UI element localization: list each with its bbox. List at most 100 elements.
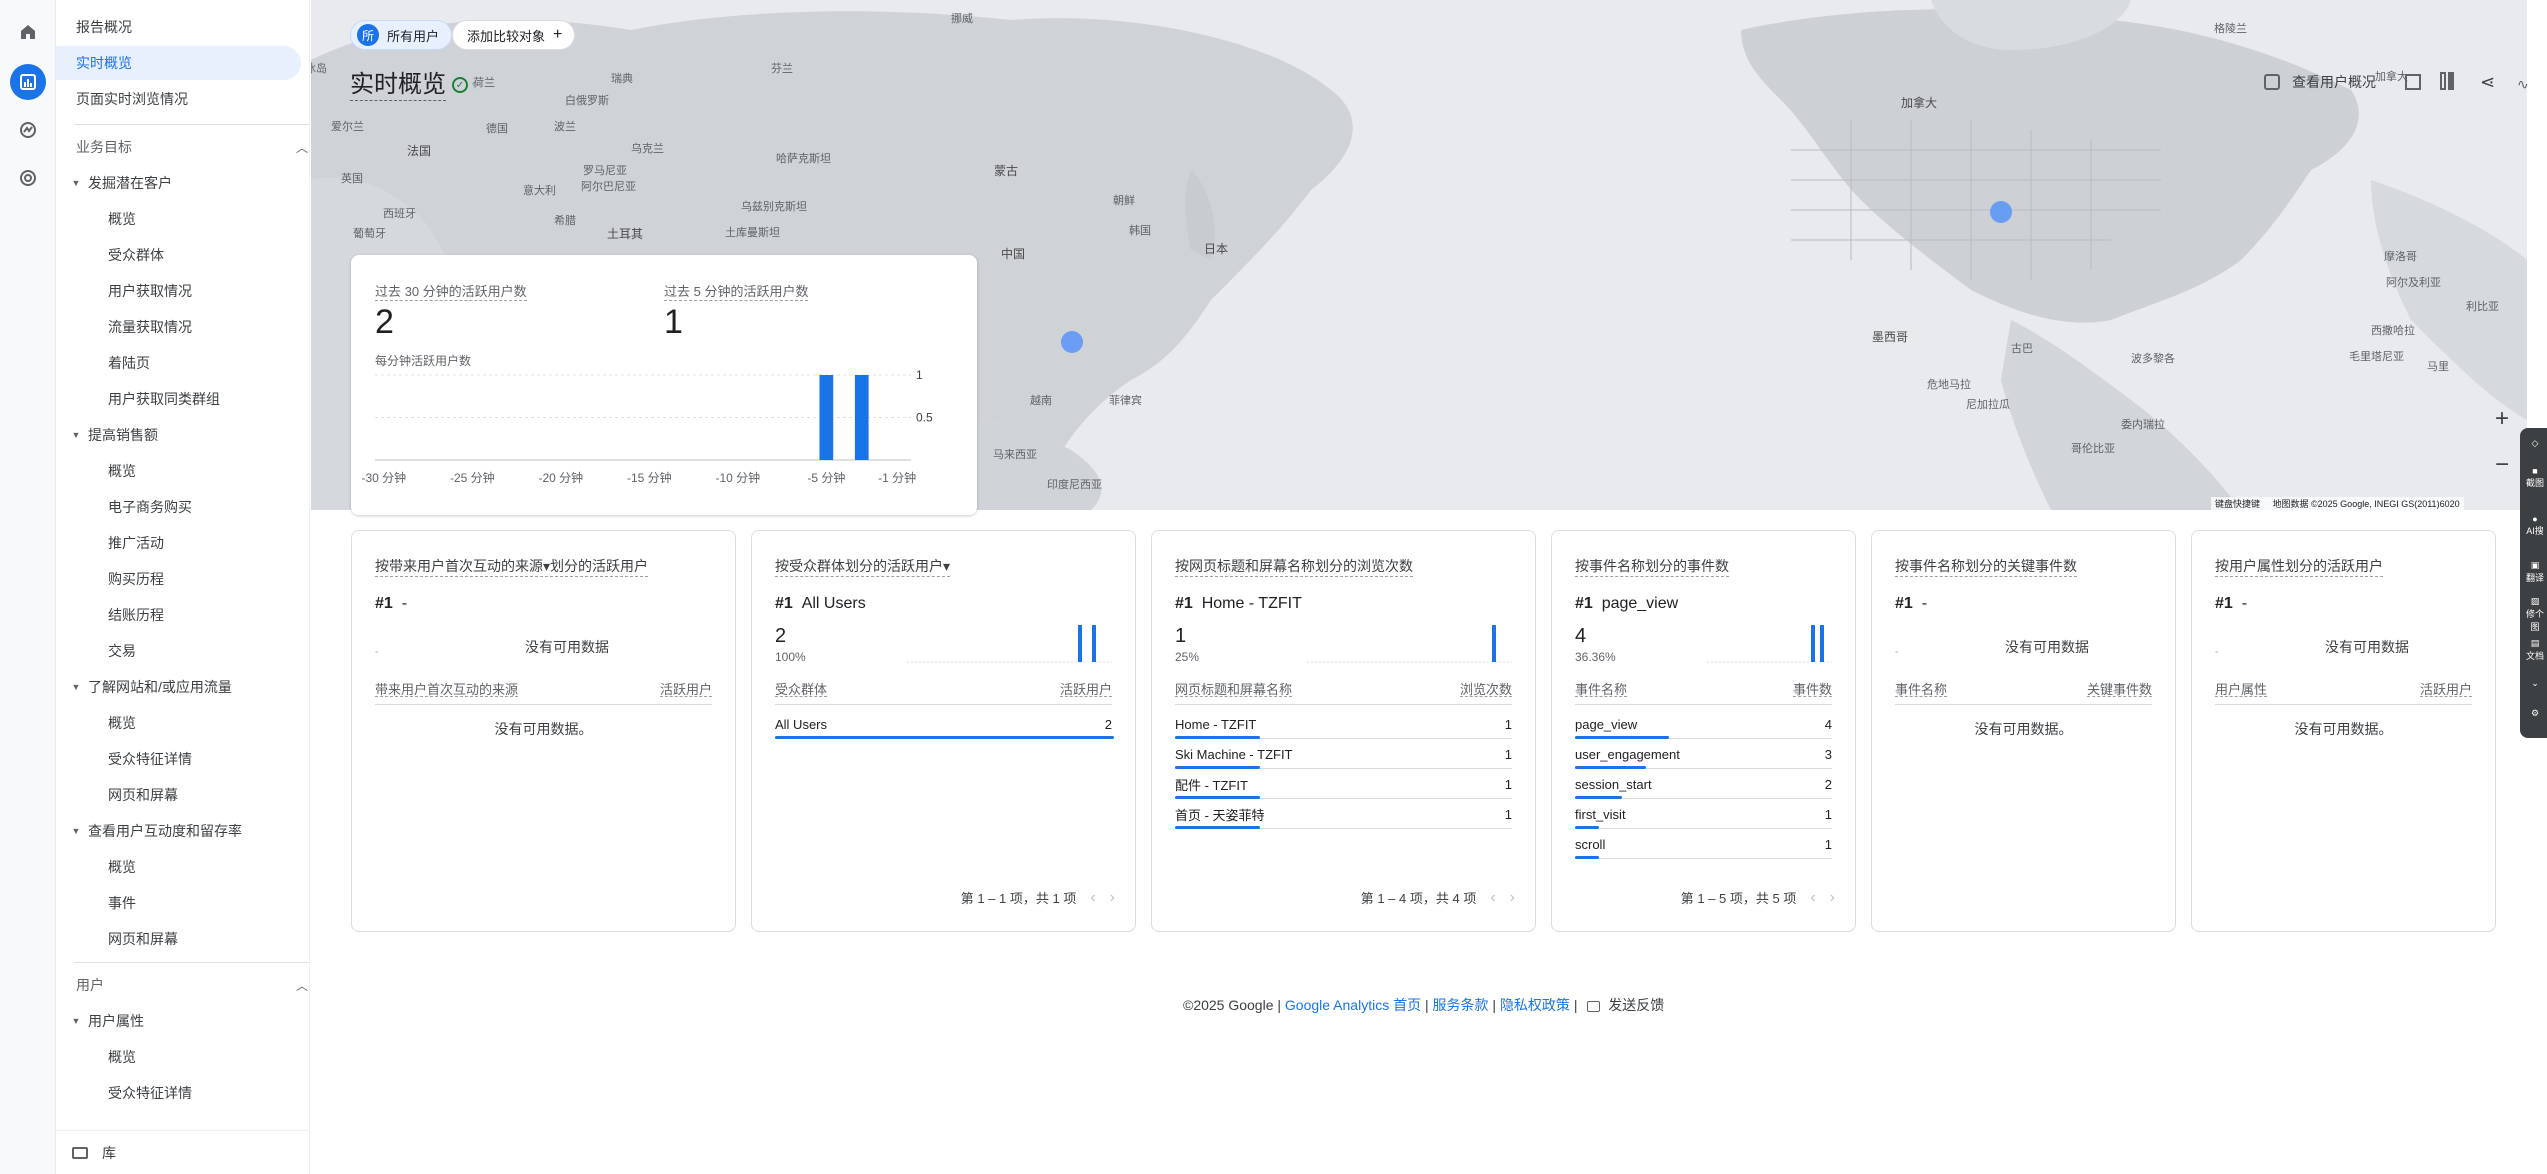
map-label: 土耳其 (607, 227, 644, 241)
image-edit-tool[interactable]: ▨ 修个图 (2524, 596, 2546, 633)
sidebar-subitem[interactable]: 电子商务购买 (108, 490, 192, 524)
user-location-marker[interactable] (1061, 331, 1083, 353)
sidebar-subitem[interactable]: 受众特征详情 (108, 742, 192, 776)
card-title[interactable]: 按受众群体划分的活跃用户▾ (775, 556, 951, 577)
sidebar-item-realtime-pages[interactable]: 页面实时浏览情况 (76, 82, 188, 116)
group-sales[interactable]: ▼ 提高销售额 (64, 418, 158, 452)
keyboard-shortcuts-link[interactable]: 键盘快捷键 (2215, 499, 2260, 509)
table-row[interactable]: All Users 2 (775, 709, 1114, 739)
column-header[interactable]: 事件名称 (1575, 679, 1628, 697)
insights-icon[interactable]: ∿ (2517, 76, 2529, 93)
sidebar-subitem[interactable]: 概览 (108, 706, 136, 740)
table-row[interactable]: page_view 4 (1575, 709, 1832, 739)
sidebar-library[interactable]: 库 (56, 1130, 309, 1174)
dropdown-chevron-icon[interactable]: ▾ (472, 78, 478, 92)
group-user-attributes[interactable]: ▼ 用户属性 (64, 1004, 144, 1038)
sidebar-subitem[interactable]: 概览 (108, 202, 136, 236)
sidebar-subitem[interactable]: 网页和屏幕 (108, 922, 178, 956)
column-header[interactable]: 事件名称 (1895, 679, 1948, 697)
table-row[interactable]: user_engagement 3 (1575, 739, 1832, 769)
column-header[interactable]: 关键事件数 (2086, 679, 2152, 697)
group-engagement[interactable]: ▼ 查看用户互动度和留存率 (64, 814, 242, 848)
column-header[interactable]: 事件数 (1792, 679, 1832, 697)
table-row[interactable]: session_start 2 (1575, 769, 1832, 799)
analytics-home-link[interactable]: Google Analytics 首页 (1285, 997, 1421, 1013)
translate-tool[interactable]: ▣ 翻译 (2524, 560, 2546, 584)
table-row[interactable]: first_visit 1 (1575, 799, 1832, 829)
view-user-overview-button[interactable]: 查看用户概况 (2264, 72, 2376, 92)
shield-icon[interactable]: ◇ (2524, 438, 2546, 449)
sidebar-item-report-overview[interactable]: 报告概况 (76, 10, 132, 44)
fullscreen-icon[interactable] (2405, 74, 2421, 90)
column-header[interactable]: 活跃用户 (1059, 679, 1112, 697)
column-header[interactable]: 浏览次数 (1459, 679, 1512, 697)
sidebar-subitem[interactable]: 推广活动 (108, 526, 164, 560)
send-feedback-link[interactable]: 发送反馈 (1608, 997, 1664, 1013)
document-tool[interactable]: ▤ 文档 (2524, 638, 2546, 662)
zoom-out-button[interactable]: − (2487, 450, 2517, 480)
sidebar-subitem[interactable]: 用户获取情况 (108, 274, 192, 308)
chevron-left-icon[interactable]: ‹ (1810, 889, 1815, 907)
chevron-left-icon[interactable]: ‹ (1090, 889, 1095, 907)
chevron-left-icon[interactable]: ‹ (1490, 889, 1495, 907)
chevron-right-icon[interactable]: › (1830, 889, 1835, 907)
ai-search-tool[interactable]: ● AI搜 (2524, 514, 2546, 537)
group-traffic[interactable]: ▼ 了解网站和/或应用流量 (64, 670, 232, 704)
user-location-marker[interactable] (1990, 201, 2012, 223)
sidebar-subitem[interactable]: 事件 (108, 886, 136, 920)
column-header[interactable]: 受众群体 (775, 679, 828, 697)
privacy-link[interactable]: 隐私权政策 (1500, 997, 1570, 1013)
sidebar-subitem[interactable]: 结账历程 (108, 598, 164, 632)
advertising-icon[interactable] (10, 160, 46, 196)
card-title[interactable]: 按事件名称划分的关键事件数 (1895, 556, 2077, 577)
sidebar-subitem[interactable]: 受众群体 (108, 238, 164, 272)
card-title[interactable]: 按用户属性划分的活跃用户 (2215, 556, 2383, 577)
settings-icon[interactable]: ⚙ (2524, 708, 2546, 719)
zoom-in-button[interactable]: + (2487, 404, 2517, 434)
per-minute-bar-chart[interactable]: 1 0.5 -30 分钟 -25 分钟 -20 分钟 -15 分钟 -10 分钟 -5 分钟 -… (351, 365, 951, 495)
screenshot-tool[interactable]: ■ 截图 (2524, 466, 2546, 489)
card-title[interactable]: 按事件名称划分的事件数 (1575, 556, 1729, 577)
chart-bar[interactable] (819, 375, 834, 460)
card-title[interactable]: 按带来用户首次互动的来源▾划分的活跃用户 (375, 556, 649, 577)
sidebar-subitem[interactable]: 购买历程 (108, 562, 164, 596)
sidebar-subitem[interactable]: 用户获取同类群组 (108, 382, 220, 416)
chart-bar[interactable] (854, 375, 869, 460)
chevron-right-icon[interactable]: › (1110, 889, 1115, 907)
table-row[interactable]: scroll 1 (1575, 829, 1832, 859)
sidebar-subitem[interactable]: 交易 (108, 634, 136, 668)
sidebar-subitem[interactable]: 网页和屏幕 (108, 778, 178, 812)
sidebar-subitem[interactable]: 流量获取情况 (108, 310, 192, 344)
terms-link[interactable]: 服务条款 (1433, 997, 1489, 1013)
sidebar-subitem[interactable]: 概览 (108, 1040, 136, 1074)
compare-icon[interactable] (2440, 72, 2460, 92)
group-lead-gen[interactable]: ▼ 发掘潜在客户 (64, 166, 172, 200)
column-header[interactable]: 用户属性 (2215, 679, 2268, 697)
section-users[interactable]: 用户 ︿ (76, 968, 308, 1002)
reports-icon[interactable] (10, 64, 46, 100)
column-header[interactable]: 带来用户首次互动的来源 (375, 679, 519, 697)
column-header[interactable]: 网页标题和屏幕名称 (1175, 679, 1293, 697)
sidebar-subitem[interactable]: 受众特征详情 (108, 1076, 192, 1110)
column-header[interactable]: 活跃用户 (2419, 679, 2472, 697)
sidebar-subitem[interactable]: 着陆页 (108, 346, 150, 380)
sidebar-item-realtime-overview[interactable]: 实时概览 (56, 46, 301, 80)
share-icon[interactable]: ⋖ (2480, 72, 2495, 93)
sidebar-subitem[interactable]: 概览 (108, 850, 136, 884)
column-header[interactable]: 活跃用户 (659, 679, 712, 697)
table-row[interactable]: Home - TZFIT 1 (1175, 709, 1512, 739)
add-comparison-button[interactable]: 添加比较对象 + (452, 20, 576, 50)
active-users-30min-label[interactable]: 过去 30 分钟的活跃用户数 (375, 281, 527, 301)
chevron-right-icon[interactable]: › (1510, 889, 1515, 907)
table-row[interactable]: 配件 - TZFIT 1 (1175, 769, 1512, 799)
audience-chip-all-users[interactable]: 所 所有用户 (350, 20, 453, 50)
home-icon[interactable] (10, 14, 46, 50)
sidebar-subitem[interactable]: 概览 (108, 454, 136, 488)
card-title[interactable]: 按网页标题和屏幕名称划分的浏览次数 (1175, 556, 1413, 577)
table-row[interactable]: 首页 - 天姿菲特 1 (1175, 799, 1512, 829)
table-row[interactable]: Ski Machine - TZFIT 1 (1175, 739, 1512, 769)
chevron-down-icon[interactable]: ⌄ (2524, 678, 2546, 689)
section-business-goals[interactable]: 业务目标 ︿ (76, 130, 308, 164)
active-users-5min-label[interactable]: 过去 5 分钟的活跃用户数 (664, 281, 809, 301)
explore-icon[interactable] (10, 112, 46, 148)
